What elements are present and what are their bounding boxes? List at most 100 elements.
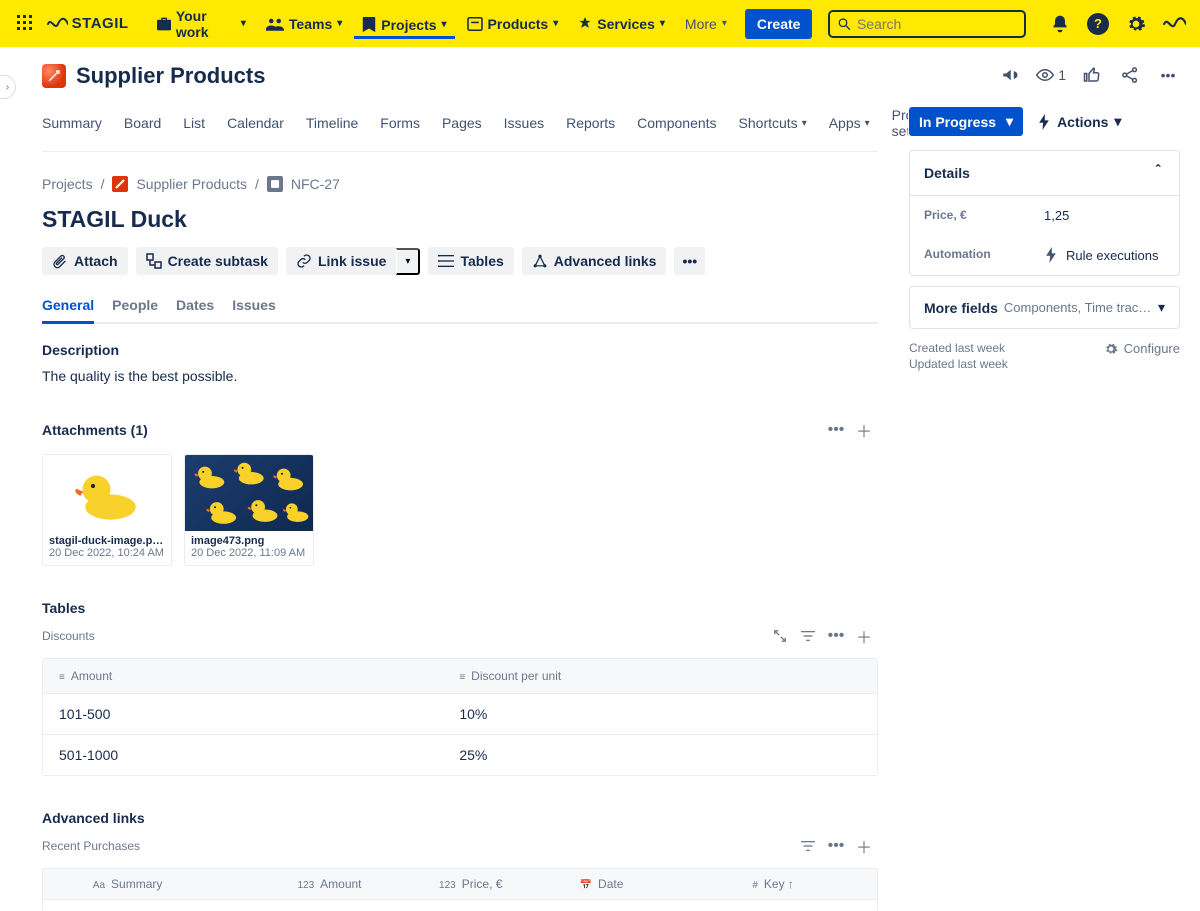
tab-timeline[interactable]: Timeline — [306, 107, 358, 149]
tables-button[interactable]: Tables — [428, 247, 513, 275]
advlinks-caption-row: Recent Purchases ••• ＋ — [42, 832, 878, 860]
attachment-name: image473.png — [191, 535, 307, 547]
search-box[interactable] — [828, 10, 1026, 38]
status-dropdown[interactable]: In Progress ▾ — [909, 107, 1023, 136]
app-switcher-icon[interactable] — [14, 12, 38, 36]
nav-services[interactable]: Services▾ — [570, 11, 673, 37]
calendar-icon: 📅 — [580, 880, 592, 891]
sidebar-toggle[interactable]: › — [0, 75, 16, 99]
tab-reports[interactable]: Reports — [566, 107, 615, 149]
tables-caption: Discounts — [42, 629, 95, 643]
rule-executions-link[interactable]: Rule executions — [1044, 247, 1165, 263]
tab-pages[interactable]: Pages — [442, 107, 482, 149]
itab-general[interactable]: General — [42, 297, 94, 324]
tab-shortcuts[interactable]: Shortcuts▾ — [739, 107, 807, 149]
more-fields-panel[interactable]: More fields Components, Time tracking, E… — [909, 286, 1180, 329]
nav-projects[interactable]: Projects▾ — [354, 12, 454, 39]
attachment-card[interactable]: image473.png 20 Dec 2022, 11:09 AM — [184, 454, 314, 566]
infinity-icon[interactable] — [1162, 12, 1186, 36]
lightning-icon — [1037, 114, 1051, 130]
menu-icon[interactable]: ••• — [1156, 63, 1180, 87]
tab-calendar[interactable]: Calendar — [227, 107, 284, 149]
side-top-icons: 1 ••• — [909, 63, 1180, 87]
tab-forms[interactable]: Forms — [380, 107, 420, 149]
network-icon — [532, 253, 548, 269]
nav-more[interactable]: More▾ — [677, 11, 735, 37]
description-body[interactable]: The quality is the best possible. — [42, 368, 878, 384]
crumb-project-name[interactable]: Supplier Products — [136, 176, 247, 192]
tab-list[interactable]: List — [183, 107, 205, 149]
advanced-links-button[interactable]: Advanced links — [522, 247, 667, 275]
search-input[interactable] — [857, 16, 1016, 32]
more-icon[interactable]: ••• — [822, 832, 850, 860]
actions-menu[interactable]: Actions ▾ — [1037, 113, 1121, 130]
filter-icon[interactable] — [794, 622, 822, 650]
itab-dates[interactable]: Dates — [176, 297, 214, 322]
tab-project-settings[interactable]: Project settings — [892, 107, 908, 149]
chevron-down-icon: ▾ — [337, 18, 342, 29]
tab-components[interactable]: Components — [637, 107, 716, 149]
project-tabs: Summary Board List Calendar Timeline For… — [42, 107, 878, 152]
issue-title[interactable]: STAGIL Duck — [42, 206, 878, 233]
tab-issues[interactable]: Issues — [504, 107, 544, 149]
table-row[interactable]: 1 STAGIL Cups 280 10.95 2023-04-22 ORD-8… — [43, 900, 877, 911]
text-lines-icon: ≡ — [459, 672, 465, 683]
attachments-add-icon[interactable]: ＋ — [850, 416, 878, 444]
crumb-issue-key[interactable]: NFC-27 — [291, 176, 340, 192]
table-row[interactable]: 101-50010% — [43, 694, 877, 734]
link-issue-dropdown[interactable]: ▾ — [396, 248, 420, 275]
attach-button[interactable]: Attach — [42, 247, 128, 275]
brand-logo[interactable]: STAGIL — [46, 15, 129, 32]
create-button[interactable]: Create — [745, 9, 813, 39]
nav-products[interactable]: Products▾ — [459, 11, 567, 37]
details-header[interactable]: Details ＾ — [910, 151, 1179, 196]
filter-icon[interactable] — [794, 832, 822, 860]
table-row[interactable]: 501-100025% — [43, 734, 877, 775]
itab-issues[interactable]: Issues — [232, 297, 276, 322]
number-icon: 123 — [439, 880, 456, 891]
share-icon[interactable] — [1118, 63, 1142, 87]
advlinks-caption: Recent Purchases — [42, 839, 140, 853]
chevron-down-icon: ▾ — [1158, 299, 1165, 316]
price-value[interactable]: 1,25 — [1044, 208, 1165, 223]
add-icon[interactable]: ＋ — [850, 622, 878, 650]
like-icon[interactable] — [1080, 63, 1104, 87]
feedback-icon[interactable] — [998, 63, 1022, 87]
more-icon[interactable]: ••• — [822, 622, 850, 650]
attachments-label: Attachments (1) — [42, 422, 148, 438]
settings-icon[interactable] — [1124, 12, 1148, 36]
create-subtask-button[interactable]: Create subtask — [136, 247, 278, 275]
nav-teams[interactable]: Teams▾ — [258, 11, 350, 37]
project-header: Supplier Products — [42, 63, 878, 89]
top-navigation: STAGIL Your work▾ Teams▾ Projects▾ Produ… — [0, 0, 1200, 47]
advanced-links-label: Advanced links — [42, 810, 878, 826]
link-issue-button[interactable]: Link issue — [286, 247, 396, 275]
updated-date: Updated last week — [909, 357, 1180, 371]
help-icon[interactable]: ? — [1086, 12, 1110, 36]
dots-icon: ••• — [682, 253, 697, 269]
tab-board[interactable]: Board — [124, 107, 161, 149]
chevron-down-icon: ▾ — [442, 19, 447, 30]
brand-text: STAGIL — [72, 15, 129, 32]
more-actions-button[interactable]: ••• — [674, 247, 705, 275]
chevron-down-icon: ▾ — [553, 18, 558, 29]
watchers-button[interactable]: 1 — [1036, 63, 1066, 87]
expand-icon[interactable] — [766, 622, 794, 650]
tab-apps[interactable]: Apps▾ — [829, 107, 870, 149]
paperclip-icon — [52, 253, 68, 269]
primary-nav: Your work▾ Teams▾ Projects▾ Products▾ Se… — [149, 3, 813, 45]
chevron-down-icon: ▾ — [802, 118, 807, 129]
details-row-automation: Automation Rule executions — [910, 235, 1179, 275]
notifications-icon[interactable] — [1048, 12, 1072, 36]
nav-your-work[interactable]: Your work▾ — [149, 3, 254, 45]
crumb-projects[interactable]: Projects — [42, 176, 93, 192]
attachment-date: 20 Dec 2022, 11:09 AM — [191, 547, 307, 559]
tables-label: Tables — [42, 600, 878, 616]
attachments-more-icon[interactable]: ••• — [822, 416, 850, 444]
attachment-card[interactable]: stagil-duck-image.png 20 Dec 2022, 10:24… — [42, 454, 172, 566]
add-icon[interactable]: ＋ — [850, 832, 878, 860]
chevron-down-icon: ▾ — [722, 18, 727, 29]
itab-people[interactable]: People — [112, 297, 158, 322]
project-avatar — [42, 64, 66, 88]
tab-summary[interactable]: Summary — [42, 107, 102, 149]
